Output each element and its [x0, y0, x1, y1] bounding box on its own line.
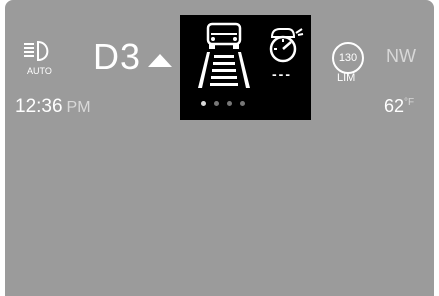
outside-temperature: 62°F	[384, 96, 414, 117]
clock: 12:36 PM	[15, 96, 91, 118]
page-dot-4	[240, 101, 245, 106]
lane-assist-car-icon	[198, 22, 250, 88]
speed-limit-label: LIM	[337, 72, 356, 84]
speed-limit-sign: 130	[332, 42, 364, 74]
page-indicator	[201, 101, 245, 106]
gear-indicator: D3	[93, 36, 142, 77]
instrument-cluster-display: AUTO D3 12:36 PM --- 130 LIM NW 62°F	[5, 0, 434, 296]
page-dot-3	[227, 101, 232, 106]
cruise-set-speed: ---	[272, 66, 292, 82]
clock-period: PM	[66, 99, 91, 116]
clock-time: 12:36	[15, 96, 63, 117]
adaptive-cruise-icon	[269, 28, 304, 63]
temperature-value: 62	[384, 96, 405, 116]
upshift-arrow-icon	[148, 54, 172, 67]
headlight-mode-label: AUTO	[27, 66, 52, 76]
compass-heading: NW	[386, 46, 416, 66]
speed-limit-value: 130	[338, 52, 358, 64]
temperature-unit: °F	[404, 97, 415, 108]
page-dot-2	[214, 101, 219, 106]
page-dot-1	[201, 101, 206, 106]
